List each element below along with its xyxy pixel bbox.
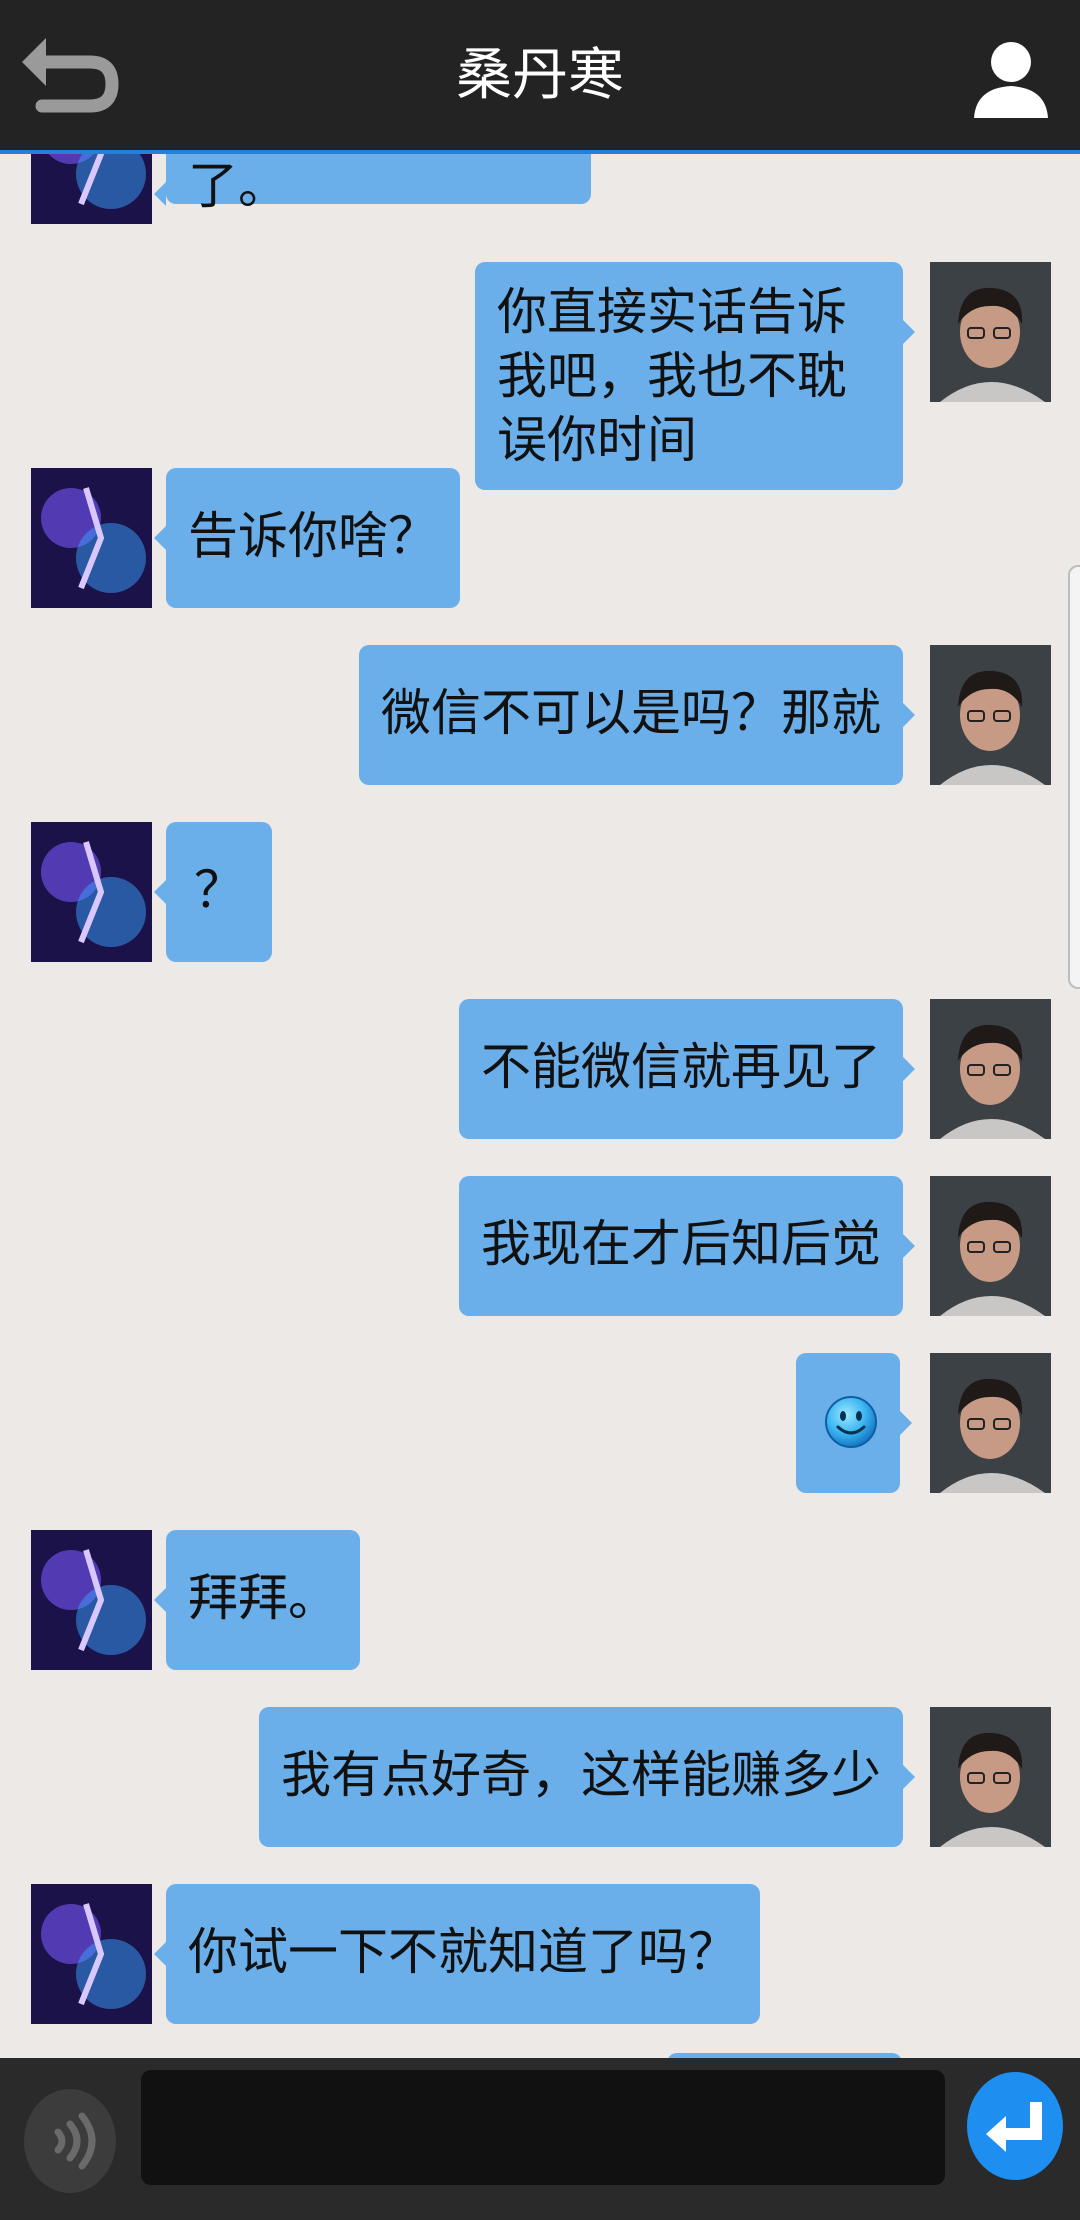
message-text: 不能微信就再见了 <box>481 1038 881 1096</box>
voice-button[interactable] <box>22 2086 118 2196</box>
message-text: 我现在才后知后觉 <box>481 1215 881 1273</box>
scroll-handle[interactable] <box>1068 565 1080 989</box>
message-bubble[interactable]: 告诉你啥？ <box>154 468 460 608</box>
voice-icon <box>22 2089 118 2200</box>
message-text: 你直接实话告诉我吧，我也不耽误你时间 <box>497 283 847 469</box>
smiley-emoji-icon <box>824 1395 878 1464</box>
contact-avatar[interactable] <box>31 1884 152 2024</box>
back-arrow-icon <box>12 38 122 136</box>
chat-title: 桑丹寒 <box>456 43 624 108</box>
profile-button[interactable] <box>966 34 1056 124</box>
enter-icon <box>966 2072 1064 2186</box>
user-avatar[interactable] <box>930 262 1051 402</box>
message-text: 告诉你啥？ <box>188 507 438 565</box>
message-bubble[interactable]: ？ <box>154 822 272 962</box>
message-text: 我有点好奇，这样能赚多少 <box>281 1746 881 1804</box>
message-bubble[interactable]: 微信不可以是吗？那就 <box>359 645 915 785</box>
chat-header: 桑丹寒 <box>0 0 1080 154</box>
message-text: 微信不可以是吗？那就 <box>381 684 881 742</box>
message-text: 拜拜。 <box>188 1569 338 1627</box>
send-button[interactable] <box>966 2070 1064 2182</box>
input-bar <box>0 2058 1080 2220</box>
message-bubble[interactable] <box>796 1353 912 1493</box>
user-avatar[interactable] <box>930 1176 1051 1316</box>
message-bubble[interactable]: 你直接实话告诉我吧，我也不耽误你时间 <box>475 262 915 490</box>
user-avatar[interactable] <box>930 1707 1051 1847</box>
message-bubble[interactable]: 你试一下不就知道了吗？ <box>154 1884 760 2024</box>
contact-avatar[interactable] <box>31 468 152 608</box>
message-text: ？ <box>194 861 244 919</box>
user-avatar[interactable] <box>930 645 1051 785</box>
person-icon <box>966 42 1056 128</box>
message-bubble[interactable]: 我现在才后知后觉 <box>459 1176 915 1316</box>
message-bubble[interactable]: 不能微信就再见了 <box>459 999 915 1139</box>
user-avatar[interactable] <box>930 999 1051 1139</box>
chat-area[interactable]: 他看到我就死了。 你直接实话告诉我吧，我也不耽误你时间 <box>0 0 1080 2220</box>
message-bubble[interactable]: 我有点好奇，这样能赚多少 <box>259 1707 915 1847</box>
message-text: 你试一下不就知道了吗？ <box>188 1923 738 1981</box>
user-avatar[interactable] <box>930 1353 1051 1493</box>
contact-avatar[interactable] <box>31 822 152 962</box>
contact-avatar[interactable] <box>31 1530 152 1670</box>
message-input[interactable] <box>141 2070 945 2185</box>
message-bubble[interactable]: 拜拜。 <box>154 1530 360 1670</box>
